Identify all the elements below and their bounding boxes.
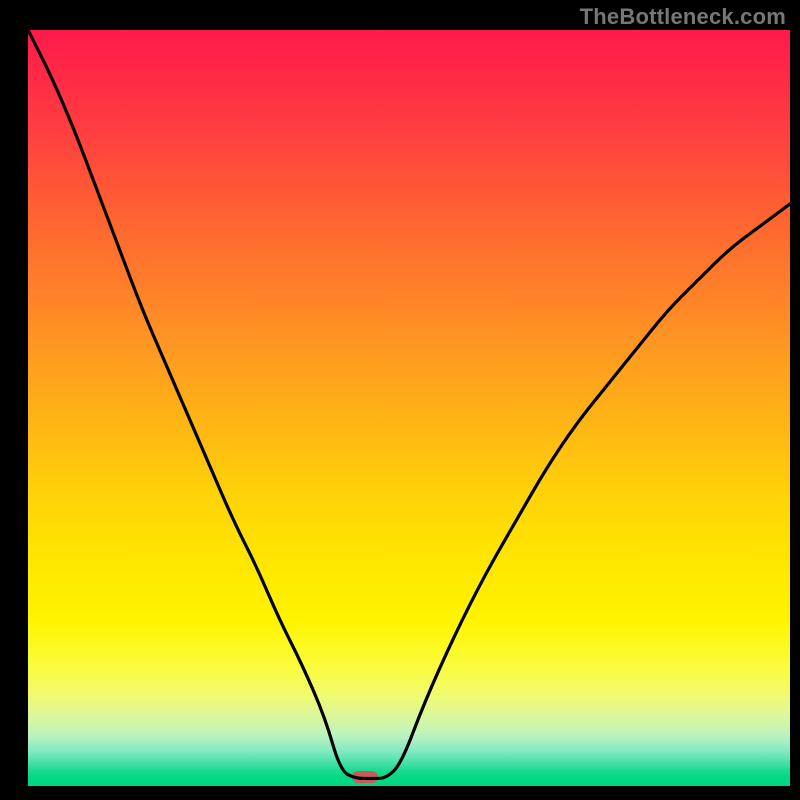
bottleneck-curve-path xyxy=(28,30,790,778)
plot-area xyxy=(28,30,790,786)
curve-svg xyxy=(28,30,790,786)
watermark-text: TheBottleneck.com xyxy=(580,4,786,30)
chart-frame: TheBottleneck.com xyxy=(0,0,800,800)
